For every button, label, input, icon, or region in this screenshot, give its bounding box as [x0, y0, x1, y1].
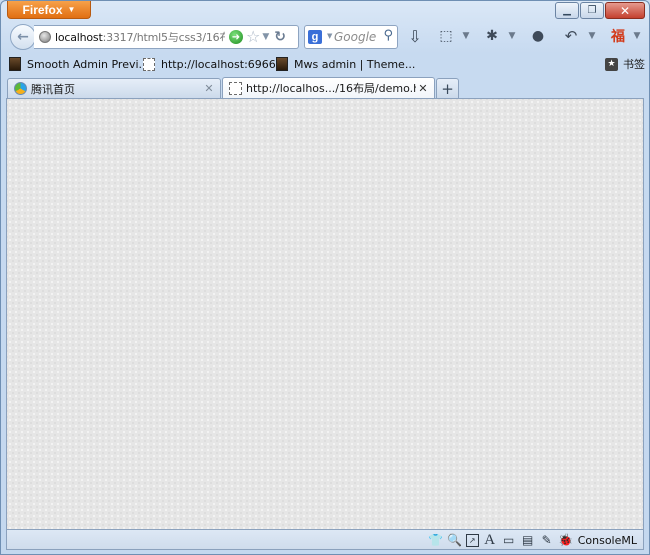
qq-icon — [14, 82, 27, 95]
undo-close-tab-icon[interactable]: ↶ — [561, 27, 581, 45]
search-engine-dropdown-icon[interactable]: ▼ — [327, 32, 332, 40]
back-arrow-icon: ← — [17, 29, 29, 45]
ladybug-icon[interactable]: 🐞 — [558, 532, 574, 548]
ruler-icon[interactable]: ▤ — [520, 532, 536, 548]
bookmarks-star-icon: ★ — [605, 57, 618, 71]
bookmarks-menu-label: 书签 — [623, 58, 645, 71]
consoleml-label[interactable]: ConsoleML — [578, 534, 637, 547]
brush-icon[interactable]: ✎ — [539, 532, 555, 548]
search-engine-icon[interactable]: g — [308, 30, 322, 44]
addon-bar-icons: 👕 🔍 ↗ A ▭ ▤ ✎ 🐞 ConsoleML — [425, 532, 637, 548]
tab-demo[interactable]: http://localhos.../16布局/demo.htm ✕ — [222, 77, 435, 98]
bookmarks-toolbar: Smooth Admin Previ... http://localhost:6… — [1, 53, 649, 75]
page-content[interactable] — [6, 98, 644, 530]
bookmark-label: Smooth Admin Previ... — [27, 57, 150, 71]
external-link-icon[interactable]: ↗ — [465, 533, 479, 547]
search-input[interactable]: Google — [334, 30, 376, 44]
title-bar: Firefox ▼ ▁ ❐ ✕ — [1, 1, 649, 23]
search-bar[interactable]: g ▼ Google ⚲ — [304, 25, 398, 49]
tab-title: http://localhos.../16布局/demo.htm — [246, 82, 416, 95]
bookmarks-menu-button[interactable]: ★ 书签 — [605, 56, 645, 72]
addon-dropdown-icon[interactable]: ▼ — [506, 27, 518, 45]
bookmark-star-icon[interactable]: ☆ — [246, 29, 260, 45]
plus-icon: + — [441, 79, 454, 98]
back-button[interactable]: ← — [10, 24, 36, 50]
screenshot-dropdown-icon[interactable]: ▼ — [460, 27, 472, 45]
firefox-menu-label: Firefox — [22, 2, 63, 17]
menu-arrow-icon: ▼ — [67, 5, 76, 14]
mosquito-addon-icon[interactable]: ✱ — [482, 27, 502, 45]
bookmark-thumbnail-icon — [276, 57, 288, 71]
search-icon[interactable]: 🔍 — [447, 532, 463, 548]
browser-window: Firefox ▼ ▁ ❐ ✕ ← localhost:3317/html5与c… — [0, 0, 650, 555]
window-controls: ▁ ❐ ✕ — [554, 2, 645, 19]
font-icon[interactable]: A — [482, 532, 498, 548]
site-identity-icon[interactable] — [39, 31, 51, 43]
fortune-dropdown-icon[interactable]: ▼ — [631, 27, 643, 45]
new-tab-button[interactable]: + — [436, 78, 459, 98]
search-icon[interactable]: ⚲ — [383, 28, 393, 43]
close-icon: ✕ — [619, 3, 631, 18]
minimize-button[interactable]: ▁ — [555, 2, 579, 19]
firebug-icon[interactable]: ● — [528, 27, 548, 45]
bookmark-item[interactable]: http://localhost:6966... — [143, 56, 286, 72]
tab-tencent[interactable]: 腾讯首页 ✕ — [7, 78, 221, 98]
go-icon[interactable]: ➜ — [229, 30, 243, 44]
tab-title: 腾讯首页 — [31, 82, 75, 96]
tab-close-icon[interactable]: ✕ — [416, 82, 430, 95]
bookmark-label: http://localhost:6966... — [161, 57, 287, 71]
screenshot-tool-icon[interactable]: ⬚ — [436, 27, 456, 45]
undo-dropdown-icon[interactable]: ▼ — [586, 27, 598, 45]
reload-icon[interactable]: ↻ — [274, 29, 286, 45]
blank-page-icon — [229, 81, 242, 95]
firefox-menu-button[interactable]: Firefox ▼ — [7, 1, 91, 19]
bookmark-label: Mws admin | Theme... — [294, 57, 416, 71]
tab-close-icon[interactable]: ✕ — [202, 82, 216, 95]
url-path: :3317/html5与css3/16布局 — [102, 31, 225, 44]
blank-page-icon — [143, 57, 155, 71]
url-text[interactable]: localhost:3317/html5与css3/16布局 — [55, 29, 225, 45]
tshirt-icon[interactable]: 👕 — [428, 532, 444, 548]
addon-bar: 👕 🔍 ↗ A ▭ ▤ ✎ 🐞 ConsoleML — [6, 530, 644, 550]
bookmark-thumbnail-icon — [9, 57, 21, 71]
close-window-button[interactable]: ✕ — [605, 2, 645, 19]
url-history-dropdown-icon[interactable]: ▼ — [262, 32, 269, 42]
download-icon[interactable]: ⇩ — [405, 27, 425, 46]
maximize-icon: ❐ — [587, 5, 597, 16]
window-icon[interactable]: ▭ — [501, 532, 517, 548]
maximize-button[interactable]: ❐ — [580, 2, 604, 19]
url-host: localhost — [55, 31, 103, 44]
fortune-addon-icon[interactable]: 福 — [608, 27, 628, 45]
tab-strip: 腾讯首页 ✕ http://localhos.../16布局/demo.htm … — [1, 77, 649, 98]
minimize-icon: ▁ — [563, 5, 571, 16]
bookmark-item[interactable]: Mws admin | Theme... — [276, 56, 415, 72]
bookmark-item[interactable]: Smooth Admin Previ... — [9, 56, 149, 72]
navigation-toolbar: ← localhost:3317/html5与css3/16布局 ➜ ☆ ▼ ↻… — [1, 23, 649, 51]
url-bar[interactable]: localhost:3317/html5与css3/16布局 ➜ ☆ ▼ ↻ — [34, 25, 299, 49]
